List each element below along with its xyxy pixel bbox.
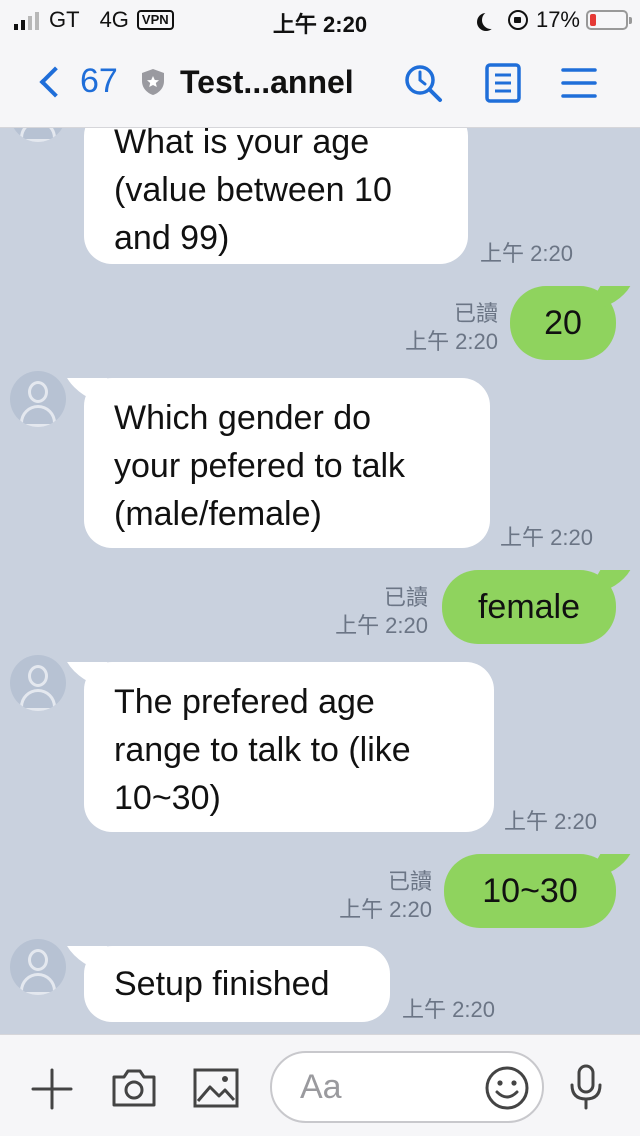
back-button[interactable]: 67 [36, 62, 118, 101]
message-input[interactable] [300, 1065, 480, 1109]
outgoing-message[interactable]: 20 [510, 286, 616, 360]
plus-icon[interactable] [30, 1067, 74, 1111]
chat-header: 67 Test...annel [0, 40, 640, 128]
message-time: 上午 2:20 [480, 241, 573, 266]
emoji-icon[interactable] [484, 1065, 530, 1111]
message-box[interactable] [270, 1051, 544, 1123]
incoming-message[interactable]: What is your age (value between 10 and 9… [84, 128, 468, 264]
battery-icon [586, 10, 632, 30]
menu-icon[interactable] [560, 62, 598, 104]
read-receipt: 已讀 上午 2:20 [339, 869, 432, 922]
battery-percent: 17% [535, 7, 580, 32]
avatar[interactable] [10, 939, 66, 995]
microphone-icon[interactable] [568, 1063, 604, 1111]
incoming-message[interactable]: The prefered age range to talk to (like … [84, 662, 494, 832]
incoming-message[interactable]: Setup finished [84, 946, 390, 1022]
notes-icon[interactable] [484, 62, 522, 104]
search-icon[interactable] [402, 62, 444, 104]
chat-area[interactable]: What is your age (value between 10 and 9… [0, 128, 640, 1034]
orientation-lock-icon [507, 10, 528, 30]
avatar[interactable] [10, 655, 66, 711]
outgoing-message[interactable]: 10~30 [444, 854, 616, 928]
chevron-left-icon [39, 65, 71, 98]
message-time: 上午 2:20 [504, 809, 597, 834]
unread-count: 67 [80, 62, 118, 100]
status-bar: GT 4G VPN 上午 2:20 17% [0, 0, 640, 40]
read-receipt: 已讀 上午 2:20 [335, 585, 428, 638]
read-receipt: 已讀 上午 2:20 [405, 301, 498, 354]
avatar[interactable] [10, 128, 66, 142]
avatar[interactable] [10, 371, 66, 427]
chat-title: Test...annel [180, 64, 354, 100]
message-time: 上午 2:20 [402, 997, 495, 1022]
image-icon[interactable] [192, 1067, 240, 1109]
message-time: 上午 2:20 [500, 525, 593, 550]
camera-icon[interactable] [110, 1067, 158, 1109]
message-input-bar [0, 1034, 640, 1136]
do-not-disturb-icon [482, 11, 500, 29]
shield-icon [142, 69, 164, 95]
incoming-message[interactable]: Which gender do your pefered to talk (ma… [84, 378, 490, 548]
outgoing-message[interactable]: female [442, 570, 616, 644]
